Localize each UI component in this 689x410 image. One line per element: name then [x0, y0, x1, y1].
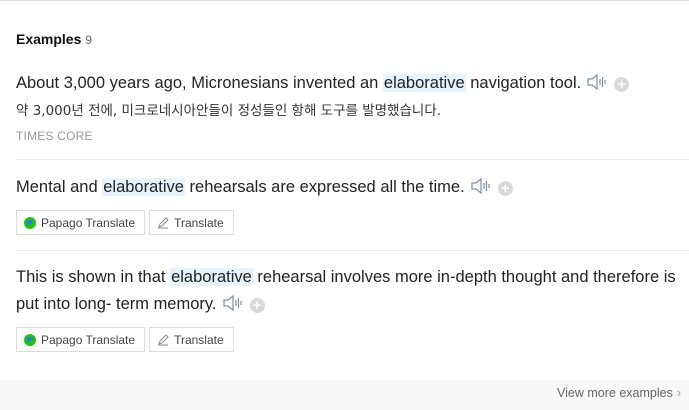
highlighted-word: elaborative [382, 74, 466, 92]
sentence-text: Mental and [16, 178, 103, 196]
speaker-icon[interactable] [222, 294, 244, 312]
speaker-icon[interactable] [470, 177, 492, 195]
pencil-icon [157, 216, 169, 229]
sentence-text: This is shown in that [16, 268, 171, 286]
sentence-text: rehearsals are expressed all the time. [184, 178, 465, 196]
plus-icon[interactable]: + [614, 77, 630, 92]
section-title: Examples [16, 31, 82, 47]
example-sentence: This is shown in that elaborative rehear… [16, 264, 677, 318]
example-item: This is shown in that elaborative rehear… [16, 264, 677, 352]
example-sentence: Mental and elaborative rehearsals are ex… [16, 174, 677, 201]
translate-buttons: Papago Translate Translate [16, 210, 677, 235]
papago-logo-icon [24, 216, 36, 229]
example-count: 9 [85, 33, 93, 47]
plus-icon[interactable]: + [497, 181, 513, 196]
sentence-text: navigation tool. [465, 74, 582, 92]
example-sentence: About 3,000 years ago, Micronesians inve… [16, 70, 677, 97]
example-translation: 약 3,000년 전에, 미크로네시아안들이 정성들인 항해 도구를 발명했습니… [16, 103, 442, 119]
view-more-label: View more examples [557, 386, 673, 400]
translate-button[interactable]: Translate [149, 327, 234, 352]
example-item: Mental and elaborative rehearsals are ex… [16, 174, 677, 235]
example-source: TIMES CORE [16, 129, 93, 143]
divider [16, 159, 689, 160]
papago-translate-label: Papago Translate [41, 215, 136, 230]
example-item: About 3,000 years ago, Micronesians inve… [16, 70, 677, 143]
speaker-icon[interactable] [586, 73, 608, 91]
chevron-right-icon: › [676, 386, 681, 400]
highlighted-word: elaborative [170, 268, 253, 286]
view-more-examples-link[interactable]: View more examples › [557, 386, 681, 400]
papago-translate-label: Papago Translate [41, 332, 136, 347]
divider [16, 250, 689, 251]
section-header: Examples 9 [16, 31, 92, 47]
papago-translate-button[interactable]: Papago Translate [16, 210, 146, 235]
papago-translate-button[interactable]: Papago Translate [16, 327, 146, 352]
plus-icon[interactable]: + [249, 298, 265, 313]
translate-buttons: Papago Translate Translate [16, 327, 677, 352]
translate-label: Translate [174, 332, 224, 347]
papago-logo-icon [24, 333, 36, 346]
highlighted-word: elaborative [102, 178, 185, 196]
sentence-text: About 3,000 years ago, Micronesians inve… [16, 74, 383, 92]
translate-label: Translate [174, 215, 224, 230]
pencil-icon [157, 333, 169, 346]
top-divider [0, 0, 689, 1]
translate-button[interactable]: Translate [149, 210, 234, 235]
